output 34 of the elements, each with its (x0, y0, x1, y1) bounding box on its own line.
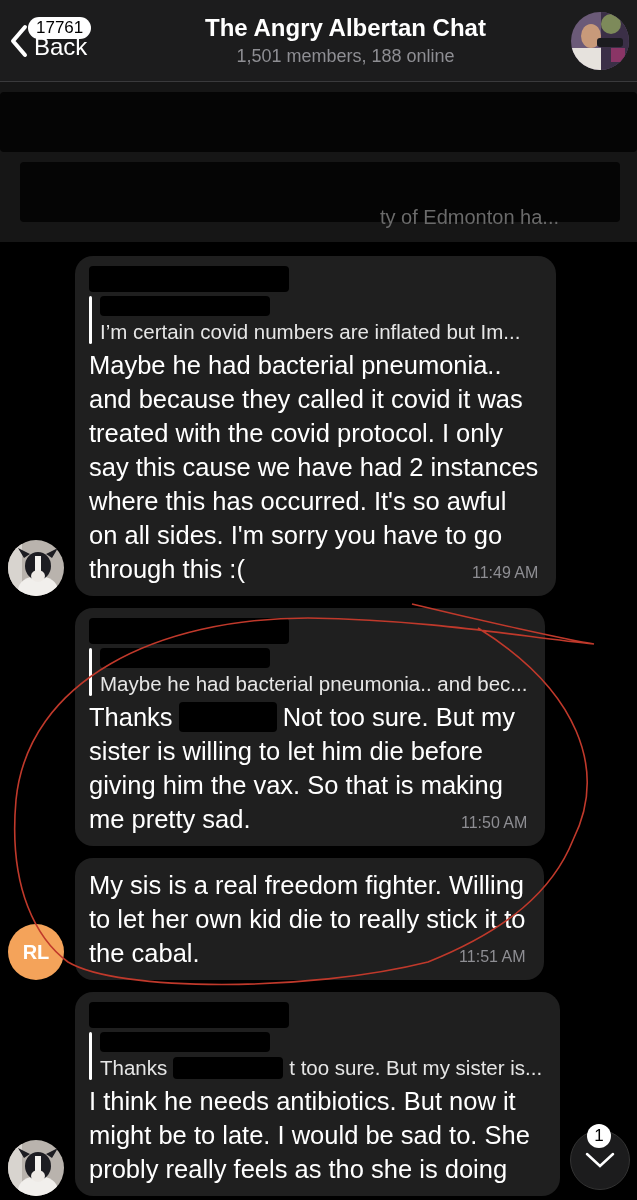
member-count: 1,501 members, 188 online (235, 46, 456, 67)
message-text: I think he needs antibiotics. But now it (89, 1086, 516, 1117)
message-text: Maybe he had bacterial pneumonia.. (89, 350, 502, 381)
message-text: treated with the covid protocol. I only (89, 418, 503, 449)
pinned-message-panel[interactable]: ty of Edmonton ha... (0, 82, 637, 242)
unread-count-badge: 17761 (28, 16, 92, 39)
back-chevron-icon (10, 23, 28, 58)
message-text: where this has occurred. It's so awful (89, 486, 507, 517)
message-text: me pretty sad. (89, 804, 251, 835)
chevron-down-icon (585, 1152, 615, 1168)
message-time: 11:49 AM (470, 563, 539, 583)
unread-badge: 1 (587, 1124, 611, 1148)
message-time: 11:50 AM (459, 813, 528, 833)
back-button[interactable]: Back 17761 (10, 10, 130, 71)
message-text: My sis is a real freedom fighter. Willing (89, 870, 525, 901)
user-avatar[interactable]: RL (8, 924, 64, 980)
quoted-text: I’m certain covid numbers are inflated but Im... (100, 320, 521, 344)
message-text: on all sides. I'm sorry you have to go (89, 520, 503, 551)
quoted-text: t too sure. But my sister is... (289, 1056, 543, 1080)
message-text: Not too sure. But my (282, 702, 516, 733)
pinned-message-text: ty of Edmonton ha... (380, 206, 559, 229)
message-text: might be to late. I would be sad to. She (89, 1120, 530, 1151)
message-text: say this cause we have had 2 instances (89, 452, 539, 483)
message-text: the cabal. (89, 938, 200, 969)
quoted-text: Thanks (100, 1056, 168, 1080)
quoted-text: Maybe he had bacterial pneumonia.. and bec... (100, 672, 528, 696)
message-text: sister is willing to let him die before (89, 736, 483, 767)
message-text: and because they called it covid it was (89, 384, 523, 415)
message-text: giving him the vax. So that is making (89, 770, 503, 801)
message-time: 11:51 AM (458, 947, 526, 967)
chat-title: The Angry Albertan Chat (204, 14, 487, 42)
message-text: probly really feels as tho she is doing (89, 1154, 508, 1185)
message-text: Thanks (89, 702, 173, 733)
message-text: through this :( (89, 554, 245, 585)
